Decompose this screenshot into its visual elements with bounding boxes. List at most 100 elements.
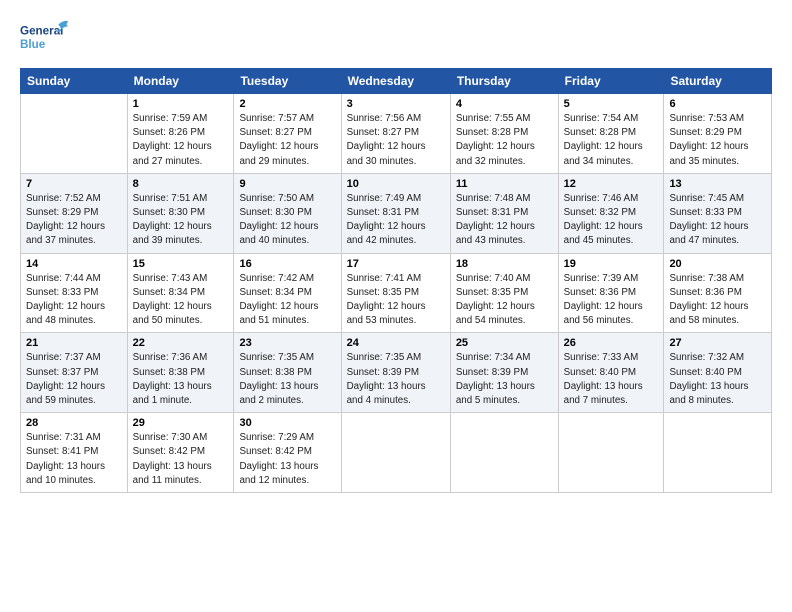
day-info: Sunrise: 7:32 AM Sunset: 8:40 PM Dayligh… [669,351,766,408]
day-number: 15 [133,258,229,270]
day-number: 19 [564,258,659,270]
calendar-cell: 9 Sunrise: 7:50 AM Sunset: 8:30 PM Daylig… [234,173,341,253]
day-number: 9 [239,178,335,190]
calendar-cell: 29Sunrise: 7:30 AM Sunset: 8:42 PM Dayli… [127,413,234,493]
day-info: Sunrise: 7:36 AM Sunset: 8:38 PM Dayligh… [133,351,229,408]
day-number: 16 [239,258,335,270]
calendar-table: SundayMondayTuesdayWednesdayThursdayFrid… [20,68,772,493]
weekday-header-monday: Monday [127,69,234,94]
calendar-cell: 26 Sunrise: 7:33 AM Sunset: 8:40 PM Dayli… [558,333,664,413]
calendar-cell: 28 Sunrise: 7:31 AM Sunset: 8:41 PM Dayli… [21,413,128,493]
day-number: 30 [239,417,335,429]
calendar-cell: 5 Sunrise: 7:54 AM Sunset: 8:28 PM Daylig… [558,94,664,174]
calendar-cell: 7 Sunrise: 7:52 AM Sunset: 8:29 PM Daylig… [21,173,128,253]
day-number: 12 [564,178,659,190]
calendar-cell: 15 Sunrise: 7:43 AM Sunset: 8:34 PM Dayli… [127,253,234,333]
calendar-cell: 16Sunrise: 7:42 AM Sunset: 8:34 PM Dayli… [234,253,341,333]
day-number: 11 [456,178,553,190]
day-info: Sunrise: 7:54 AM Sunset: 8:28 PM Dayligh… [564,112,659,169]
calendar-cell: 24 Sunrise: 7:35 AM Sunset: 8:39 PM Dayli… [341,333,450,413]
day-info: Sunrise: 7:35 AM Sunset: 8:38 PM Dayligh… [239,351,335,408]
day-number: 13 [669,178,766,190]
calendar-cell: 12 Sunrise: 7:46 AM Sunset: 8:32 PM Dayli… [558,173,664,253]
calendar-cell: 13 Sunrise: 7:45 AM Sunset: 8:33 PM Dayli… [664,173,772,253]
day-number: 25 [456,337,553,349]
calendar-cell: 18 Sunrise: 7:40 AM Sunset: 8:35 PM Dayli… [450,253,558,333]
day-info: Sunrise: 7:48 AM Sunset: 8:31 PM Dayligh… [456,192,553,249]
day-number: 5 [564,98,659,110]
weekday-header-wednesday: Wednesday [341,69,450,94]
day-number: 22 [133,337,229,349]
calendar-cell [341,413,450,493]
calendar-week-4: 21Sunrise: 7:37 AM Sunset: 8:37 PM Dayli… [21,333,772,413]
calendar-cell: 10Sunrise: 7:49 AM Sunset: 8:31 PM Dayli… [341,173,450,253]
logo: General Blue [20,18,70,58]
day-info: Sunrise: 7:52 AM Sunset: 8:29 PM Dayligh… [26,192,122,249]
logo-icon: General Blue [20,18,70,58]
calendar-cell: 6 Sunrise: 7:53 AM Sunset: 8:29 PM Daylig… [664,94,772,174]
day-info: Sunrise: 7:45 AM Sunset: 8:33 PM Dayligh… [669,192,766,249]
day-info: Sunrise: 7:31 AM Sunset: 8:41 PM Dayligh… [26,431,122,488]
calendar-week-3: 14Sunrise: 7:44 AM Sunset: 8:33 PM Dayli… [21,253,772,333]
calendar-cell: 22 Sunrise: 7:36 AM Sunset: 8:38 PM Dayli… [127,333,234,413]
day-info: Sunrise: 7:51 AM Sunset: 8:30 PM Dayligh… [133,192,229,249]
weekday-header-saturday: Saturday [664,69,772,94]
calendar-cell [450,413,558,493]
day-info: Sunrise: 7:59 AM Sunset: 8:26 PM Dayligh… [133,112,229,169]
svg-text:Blue: Blue [20,38,46,51]
day-number: 17 [347,258,445,270]
day-info: Sunrise: 7:44 AM Sunset: 8:33 PM Dayligh… [26,272,122,329]
day-info: Sunrise: 7:38 AM Sunset: 8:36 PM Dayligh… [669,272,766,329]
day-info: Sunrise: 7:33 AM Sunset: 8:40 PM Dayligh… [564,351,659,408]
day-number: 4 [456,98,553,110]
calendar-week-5: 28 Sunrise: 7:31 AM Sunset: 8:41 PM Dayli… [21,413,772,493]
calendar-cell: 19 Sunrise: 7:39 AM Sunset: 8:36 PM Dayli… [558,253,664,333]
day-info: Sunrise: 7:53 AM Sunset: 8:29 PM Dayligh… [669,112,766,169]
calendar-cell: 2 Sunrise: 7:57 AM Sunset: 8:27 PM Daylig… [234,94,341,174]
day-info: Sunrise: 7:35 AM Sunset: 8:39 PM Dayligh… [347,351,445,408]
day-info: Sunrise: 7:55 AM Sunset: 8:28 PM Dayligh… [456,112,553,169]
day-number: 7 [26,178,122,190]
calendar-cell: 17 Sunrise: 7:41 AM Sunset: 8:35 PM Dayli… [341,253,450,333]
calendar-cell: 4 Sunrise: 7:55 AM Sunset: 8:28 PM Daylig… [450,94,558,174]
day-number: 18 [456,258,553,270]
day-number: 29 [133,417,229,429]
day-info: Sunrise: 7:50 AM Sunset: 8:30 PM Dayligh… [239,192,335,249]
calendar-cell: 23Sunrise: 7:35 AM Sunset: 8:38 PM Dayli… [234,333,341,413]
day-info: Sunrise: 7:43 AM Sunset: 8:34 PM Dayligh… [133,272,229,329]
day-info: Sunrise: 7:40 AM Sunset: 8:35 PM Dayligh… [456,272,553,329]
day-info: Sunrise: 7:56 AM Sunset: 8:27 PM Dayligh… [347,112,445,169]
day-info: Sunrise: 7:41 AM Sunset: 8:35 PM Dayligh… [347,272,445,329]
calendar-cell [664,413,772,493]
calendar-cell: 30 Sunrise: 7:29 AM Sunset: 8:42 PM Dayli… [234,413,341,493]
calendar-cell: 21Sunrise: 7:37 AM Sunset: 8:37 PM Dayli… [21,333,128,413]
day-info: Sunrise: 7:46 AM Sunset: 8:32 PM Dayligh… [564,192,659,249]
weekday-header-tuesday: Tuesday [234,69,341,94]
day-number: 24 [347,337,445,349]
day-number: 26 [564,337,659,349]
day-number: 1 [133,98,229,110]
day-info: Sunrise: 7:49 AM Sunset: 8:31 PM Dayligh… [347,192,445,249]
weekday-header-friday: Friday [558,69,664,94]
day-info: Sunrise: 7:34 AM Sunset: 8:39 PM Dayligh… [456,351,553,408]
day-number: 28 [26,417,122,429]
weekday-header-row: SundayMondayTuesdayWednesdayThursdayFrid… [21,69,772,94]
day-number: 27 [669,337,766,349]
calendar-cell: 8 Sunrise: 7:51 AM Sunset: 8:30 PM Daylig… [127,173,234,253]
day-info: Sunrise: 7:37 AM Sunset: 8:37 PM Dayligh… [26,351,122,408]
day-number: 8 [133,178,229,190]
calendar-cell: 11 Sunrise: 7:48 AM Sunset: 8:31 PM Dayli… [450,173,558,253]
day-info: Sunrise: 7:29 AM Sunset: 8:42 PM Dayligh… [239,431,335,488]
calendar-cell: 27 Sunrise: 7:32 AM Sunset: 8:40 PM Dayli… [664,333,772,413]
calendar-week-2: 7 Sunrise: 7:52 AM Sunset: 8:29 PM Daylig… [21,173,772,253]
page: General Blue SundayMondayTuesdayWednesda… [0,0,792,503]
day-info: Sunrise: 7:39 AM Sunset: 8:36 PM Dayligh… [564,272,659,329]
calendar-cell: 14Sunrise: 7:44 AM Sunset: 8:33 PM Dayli… [21,253,128,333]
day-number: 6 [669,98,766,110]
calendar-week-1: 1 Sunrise: 7:59 AM Sunset: 8:26 PM Daylig… [21,94,772,174]
weekday-header-sunday: Sunday [21,69,128,94]
calendar-cell: 20Sunrise: 7:38 AM Sunset: 8:36 PM Dayli… [664,253,772,333]
calendar-cell: 1 Sunrise: 7:59 AM Sunset: 8:26 PM Daylig… [127,94,234,174]
day-info: Sunrise: 7:57 AM Sunset: 8:27 PM Dayligh… [239,112,335,169]
day-number: 2 [239,98,335,110]
